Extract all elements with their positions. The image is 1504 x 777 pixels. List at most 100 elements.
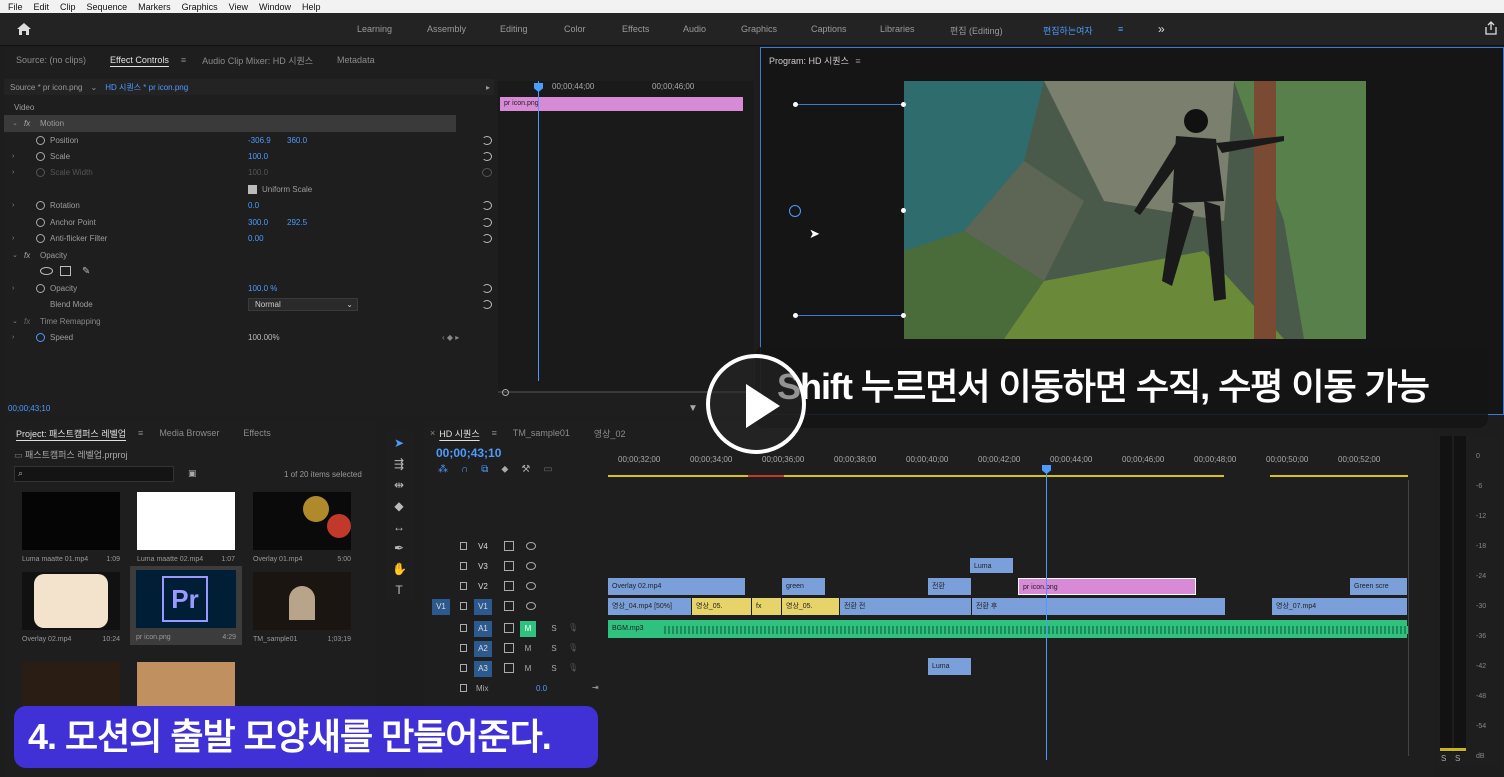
- menu-window[interactable]: Window: [259, 2, 291, 12]
- reset-icon[interactable]: [482, 283, 492, 293]
- mic-icon[interactable]: 🎙: [568, 623, 578, 632]
- lock-icon[interactable]: [460, 562, 467, 570]
- menu-edit[interactable]: Edit: [34, 2, 50, 12]
- mix-value[interactable]: 0.0: [536, 684, 547, 693]
- tab-effect-controls[interactable]: Effect Controls: [98, 55, 181, 65]
- pen-mask-icon[interactable]: ✎: [82, 266, 90, 277]
- tab-metadata[interactable]: Metadata: [325, 55, 387, 65]
- ws-menu-icon[interactable]: ≡: [1118, 24, 1123, 34]
- mute-button[interactable]: M: [520, 641, 536, 657]
- project-item[interactable]: TM_sample01 1;03;19: [253, 572, 351, 643]
- reset-icon[interactable]: [482, 200, 492, 210]
- clip-video07[interactable]: 영상_07.mp4: [1272, 598, 1408, 615]
- project-search-input[interactable]: ⌕: [14, 466, 174, 482]
- clip-video05a[interactable]: 영상_05.: [692, 598, 752, 615]
- play-button[interactable]: [706, 354, 806, 454]
- mic-icon[interactable]: 🎙: [568, 663, 578, 672]
- type-tool-icon[interactable]: T: [392, 583, 406, 597]
- share-icon[interactable]: [1484, 21, 1498, 35]
- lock-icon[interactable]: [460, 644, 467, 652]
- position-x[interactable]: -306.9: [248, 136, 271, 145]
- clip-transition-v2[interactable]: 전환: [928, 578, 972, 595]
- project-item[interactable]: Overlay 02.mp4 10:24: [22, 572, 120, 643]
- ec-motion-row[interactable]: ⌄ fx Motion: [4, 115, 456, 132]
- menu-graphics[interactable]: Graphics: [182, 2, 218, 12]
- lock-icon[interactable]: [460, 684, 467, 692]
- mute-button[interactable]: M: [520, 621, 536, 637]
- antiflicker-value[interactable]: 0.00: [248, 234, 264, 243]
- pen-tool-icon[interactable]: ✒: [392, 541, 406, 555]
- zoom-handle-icon[interactable]: [502, 389, 509, 396]
- ws-effects[interactable]: Effects: [622, 24, 649, 34]
- transform-handle[interactable]: [901, 313, 906, 318]
- more-workspaces-icon[interactable]: »: [1158, 22, 1165, 36]
- wrench-icon[interactable]: ⚒: [521, 464, 530, 475]
- ec-blend-mode-row[interactable]: Blend Mode Normal ⌄: [4, 296, 494, 313]
- ec-anchor-row[interactable]: Anchor Point 300.0 292.5: [4, 214, 494, 231]
- ec-time-remapping[interactable]: ⌄ fx Time Remapping: [4, 313, 494, 330]
- timeline-ruler[interactable]: 00;00;32;00 00;00;34;00 00;00;36;00 00;0…: [608, 452, 1408, 476]
- sync-lock-icon[interactable]: [504, 541, 514, 551]
- ws-libraries[interactable]: Libraries: [880, 24, 915, 34]
- clip-green[interactable]: green: [782, 578, 826, 595]
- ws-edit-korean[interactable]: 편집 (Editing): [950, 24, 1003, 37]
- checkbox-checked-icon[interactable]: [248, 184, 257, 194]
- solo-button[interactable]: S: [1455, 754, 1460, 763]
- home-icon[interactable]: [16, 22, 32, 36]
- ec-antiflicker-row[interactable]: › Anti-flicker Filter 0.00: [4, 230, 494, 247]
- selection-tool-icon[interactable]: ➤: [392, 436, 406, 450]
- timeline-playhead[interactable]: [1046, 470, 1047, 760]
- solo-button[interactable]: S: [1441, 754, 1446, 763]
- tab-tm-sample[interactable]: TM_sample01: [501, 428, 582, 438]
- blend-mode-select[interactable]: Normal ⌄: [248, 297, 358, 311]
- clip-after-transition[interactable]: 전환 후: [972, 598, 1226, 615]
- slip-tool-icon[interactable]: ↔: [392, 520, 406, 534]
- ws-learning[interactable]: Learning: [357, 24, 392, 34]
- rotation-value[interactable]: 0.0: [248, 201, 259, 210]
- tab-project[interactable]: Project: 패스트캠퍼스 레벨업: [4, 427, 138, 440]
- reset-icon[interactable]: [482, 233, 492, 243]
- eye-icon[interactable]: [526, 542, 536, 550]
- menu-clip[interactable]: Clip: [60, 2, 76, 12]
- ec-clip-bar[interactable]: pr icon.png: [500, 97, 743, 111]
- ec-master-clip[interactable]: Source * pr icon.png: [10, 83, 83, 92]
- speed-value[interactable]: 100.00%: [248, 333, 280, 342]
- tab-video02[interactable]: 영상_02: [582, 427, 638, 440]
- ws-assembly[interactable]: Assembly: [427, 24, 466, 34]
- transform-handle[interactable]: [901, 102, 906, 107]
- menu-help[interactable]: Help: [302, 2, 321, 12]
- ec-uniform-scale-row[interactable]: Uniform Scale: [4, 181, 494, 198]
- clip-luma-v3[interactable]: Luma: [970, 558, 1014, 573]
- ec-playhead[interactable]: [538, 81, 539, 381]
- track-select-tool-icon[interactable]: ⇶: [392, 457, 406, 471]
- sync-lock-icon[interactable]: [504, 623, 514, 633]
- panel-menu-icon[interactable]: ≡: [492, 428, 501, 438]
- mute-button[interactable]: M: [520, 661, 536, 677]
- hand-tool-icon[interactable]: ✋: [392, 562, 407, 576]
- jump-icon[interactable]: ⇥: [592, 683, 599, 692]
- ws-captions[interactable]: Captions: [811, 24, 847, 34]
- lock-icon[interactable]: [460, 602, 467, 610]
- anchor-x[interactable]: 300.0: [248, 218, 268, 227]
- linked-selection-icon[interactable]: ⧉: [481, 464, 488, 475]
- solo-button[interactable]: S: [548, 621, 560, 637]
- menu-file[interactable]: File: [8, 2, 23, 12]
- ws-active[interactable]: 편집하는여자: [1043, 24, 1093, 37]
- chevron-down-icon[interactable]: ⌄: [91, 83, 98, 92]
- transform-handle[interactable]: [793, 313, 798, 318]
- mic-icon[interactable]: 🎙: [568, 643, 578, 652]
- lock-icon[interactable]: [460, 664, 467, 672]
- clip-luma-a3[interactable]: Luma: [928, 658, 972, 675]
- snap-icon[interactable]: ∩: [461, 464, 468, 475]
- ws-editing[interactable]: Editing: [500, 24, 528, 34]
- timeline-timecode[interactable]: 00;00;43;10: [436, 446, 501, 460]
- tab-effects[interactable]: Effects: [231, 428, 282, 438]
- tab-audio-mixer[interactable]: Audio Clip Mixer: HD 시퀀스: [190, 54, 325, 67]
- filter-icon[interactable]: ▼: [688, 403, 698, 414]
- ec-timecode[interactable]: 00;00;43;10: [8, 404, 50, 413]
- program-video-frame[interactable]: [904, 81, 1366, 339]
- solo-button[interactable]: S: [548, 661, 560, 677]
- ellipse-mask-icon[interactable]: [40, 267, 53, 276]
- ec-rotation-row[interactable]: › Rotation 0.0: [4, 197, 494, 214]
- reset-icon[interactable]: [482, 299, 492, 309]
